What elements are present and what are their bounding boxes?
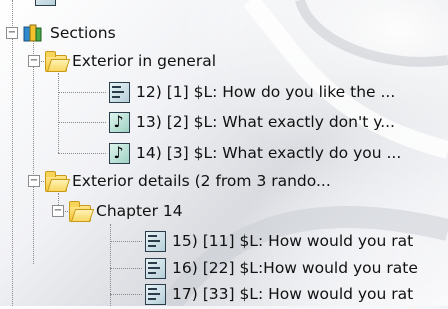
tree-node-label: Sections [50,24,116,42]
tree-row-partial [34,0,62,10]
section-tree: − Sections − Exterior in general 12) [1]… [0,0,448,306]
tree-item-label: 14) [3] $L: What exactly do you ... [136,144,402,162]
tree-node-sections[interactable]: − Sections [6,18,116,48]
tree-item-14[interactable]: ♪ 14) [3] $L: What exactly do you ... [108,138,401,168]
tree-node-label: Exterior details (2 from 3 rando... [72,172,331,190]
text-question-icon [108,81,130,103]
open-folder-icon [44,50,71,72]
tree-node-label: Chapter 14 [96,202,183,220]
tree-item-label: 17) [33] $L: How would you rat [172,285,414,303]
collapse-toggle[interactable]: − [52,205,64,217]
open-folder-icon [44,170,71,192]
tree-item-label: 15) [11] $L: How would you rat [172,232,414,250]
music-note-icon: ♪ [108,111,130,133]
tree-node-label: Exterior in general [72,52,217,70]
tree-item-label: 16) [22] $L:How would you rate [172,259,418,277]
music-note-icon: ♪ [108,142,130,164]
collapse-toggle[interactable]: − [6,27,18,39]
tree-node-chapter-14[interactable]: − Chapter 14 [52,196,183,226]
tree-item-15[interactable]: 15) [11] $L: How would you rat [144,226,413,256]
text-question-icon [144,283,166,305]
tree-item-label: 12) [1] $L: How do you like the ... [136,83,396,101]
text-question-icon [144,230,166,252]
tree-item-17[interactable]: 17) [33] $L: How would you rat [144,279,413,309]
text-question-icon [144,257,166,279]
item-icon [34,0,56,6]
tree-item-13[interactable]: ♪ 13) [2] $L: What exactly don't y... [108,107,395,137]
collapse-toggle[interactable]: − [28,55,40,67]
books-icon [22,22,44,44]
tree-item-12[interactable]: 12) [1] $L: How do you like the ... [108,77,395,107]
collapse-toggle[interactable]: − [28,175,40,187]
tree-node-exterior-in-general[interactable]: − Exterior in general [28,46,216,76]
tree-node-exterior-details[interactable]: − Exterior details (2 from 3 rando... [28,166,331,196]
open-folder-icon [68,200,95,222]
tree-item-label: 13) [2] $L: What exactly don't y... [136,113,395,131]
